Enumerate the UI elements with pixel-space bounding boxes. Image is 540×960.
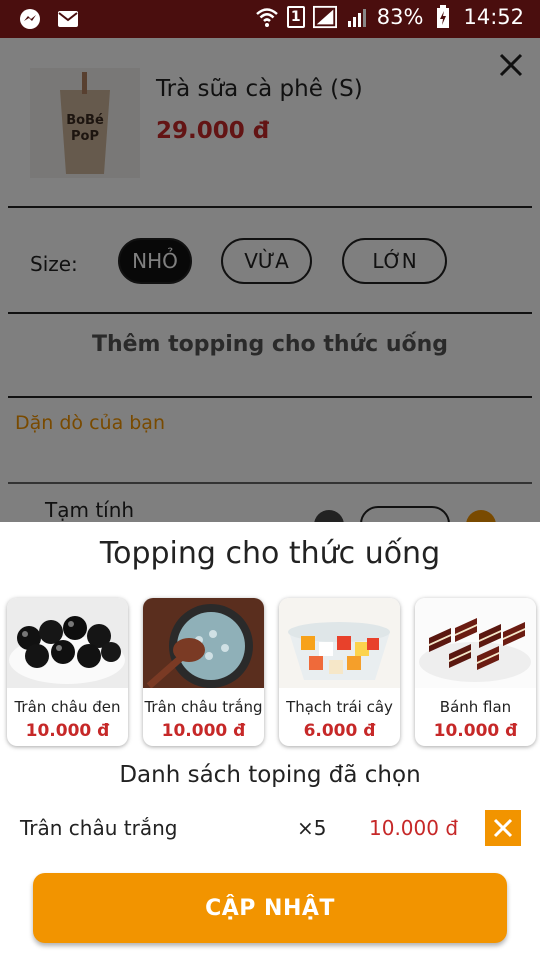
flan-image — [415, 598, 536, 688]
topping-list: Trân châu đen 10.000 đ Trân châu trắng 1… — [7, 598, 536, 746]
topping-name: Trân châu trắng — [144, 698, 263, 716]
selected-topping-row: Trân châu trắng ×5 10.000 đ — [0, 810, 540, 846]
remove-topping-button[interactable] — [485, 810, 521, 846]
mail-icon — [56, 7, 80, 31]
battery-percent: 83% — [376, 5, 424, 29]
close-icon — [493, 818, 513, 838]
signal-icon — [312, 5, 337, 29]
update-button[interactable]: CẬP NHẬT — [33, 873, 507, 943]
topping-sheet: Topping cho thức uống Trân châu đen 10.0… — [0, 522, 540, 960]
topping-name: Trân châu đen — [14, 698, 121, 716]
topping-card-black-pearl[interactable]: Trân châu đen 10.000 đ — [7, 598, 128, 746]
selected-topping-quantity: ×5 — [297, 816, 327, 840]
messenger-icon — [18, 7, 42, 31]
topping-card-white-pearl[interactable]: Trân châu trắng 10.000 đ — [143, 598, 264, 746]
selected-toppings-title: Danh sách toping đã chọn — [119, 762, 421, 788]
status-left-icons — [18, 7, 80, 31]
selected-topping-price: 10.000 đ — [369, 816, 459, 840]
topping-sheet-title: Topping cho thức uống — [99, 536, 441, 571]
battery-icon — [431, 5, 455, 29]
topping-name: Bánh flan — [439, 698, 512, 716]
wifi-icon — [255, 5, 279, 29]
topping-price: 10.000 đ — [161, 721, 246, 741]
topping-card-fruit-jelly[interactable]: Thạch trái cây 6.000 đ — [279, 598, 400, 746]
status-bar: 1 83% 14:52 — [0, 0, 540, 38]
signal-icon — [345, 5, 369, 29]
status-right: 1 83% 14:52 — [255, 5, 524, 29]
topping-card-flan[interactable]: Bánh flan 10.000 đ — [415, 598, 536, 746]
topping-price: 10.000 đ — [433, 721, 518, 741]
sim-icon: 1 — [286, 6, 305, 28]
topping-name: Thạch trái cây — [286, 698, 393, 716]
white-pearl-image — [143, 598, 264, 688]
topping-price: 10.000 đ — [25, 721, 110, 741]
fruit-jelly-image — [279, 598, 400, 688]
clock: 14:52 — [463, 5, 524, 29]
selected-topping-name: Trân châu trắng — [20, 816, 178, 840]
black-pearl-image — [7, 598, 128, 688]
topping-price: 6.000 đ — [303, 721, 376, 741]
